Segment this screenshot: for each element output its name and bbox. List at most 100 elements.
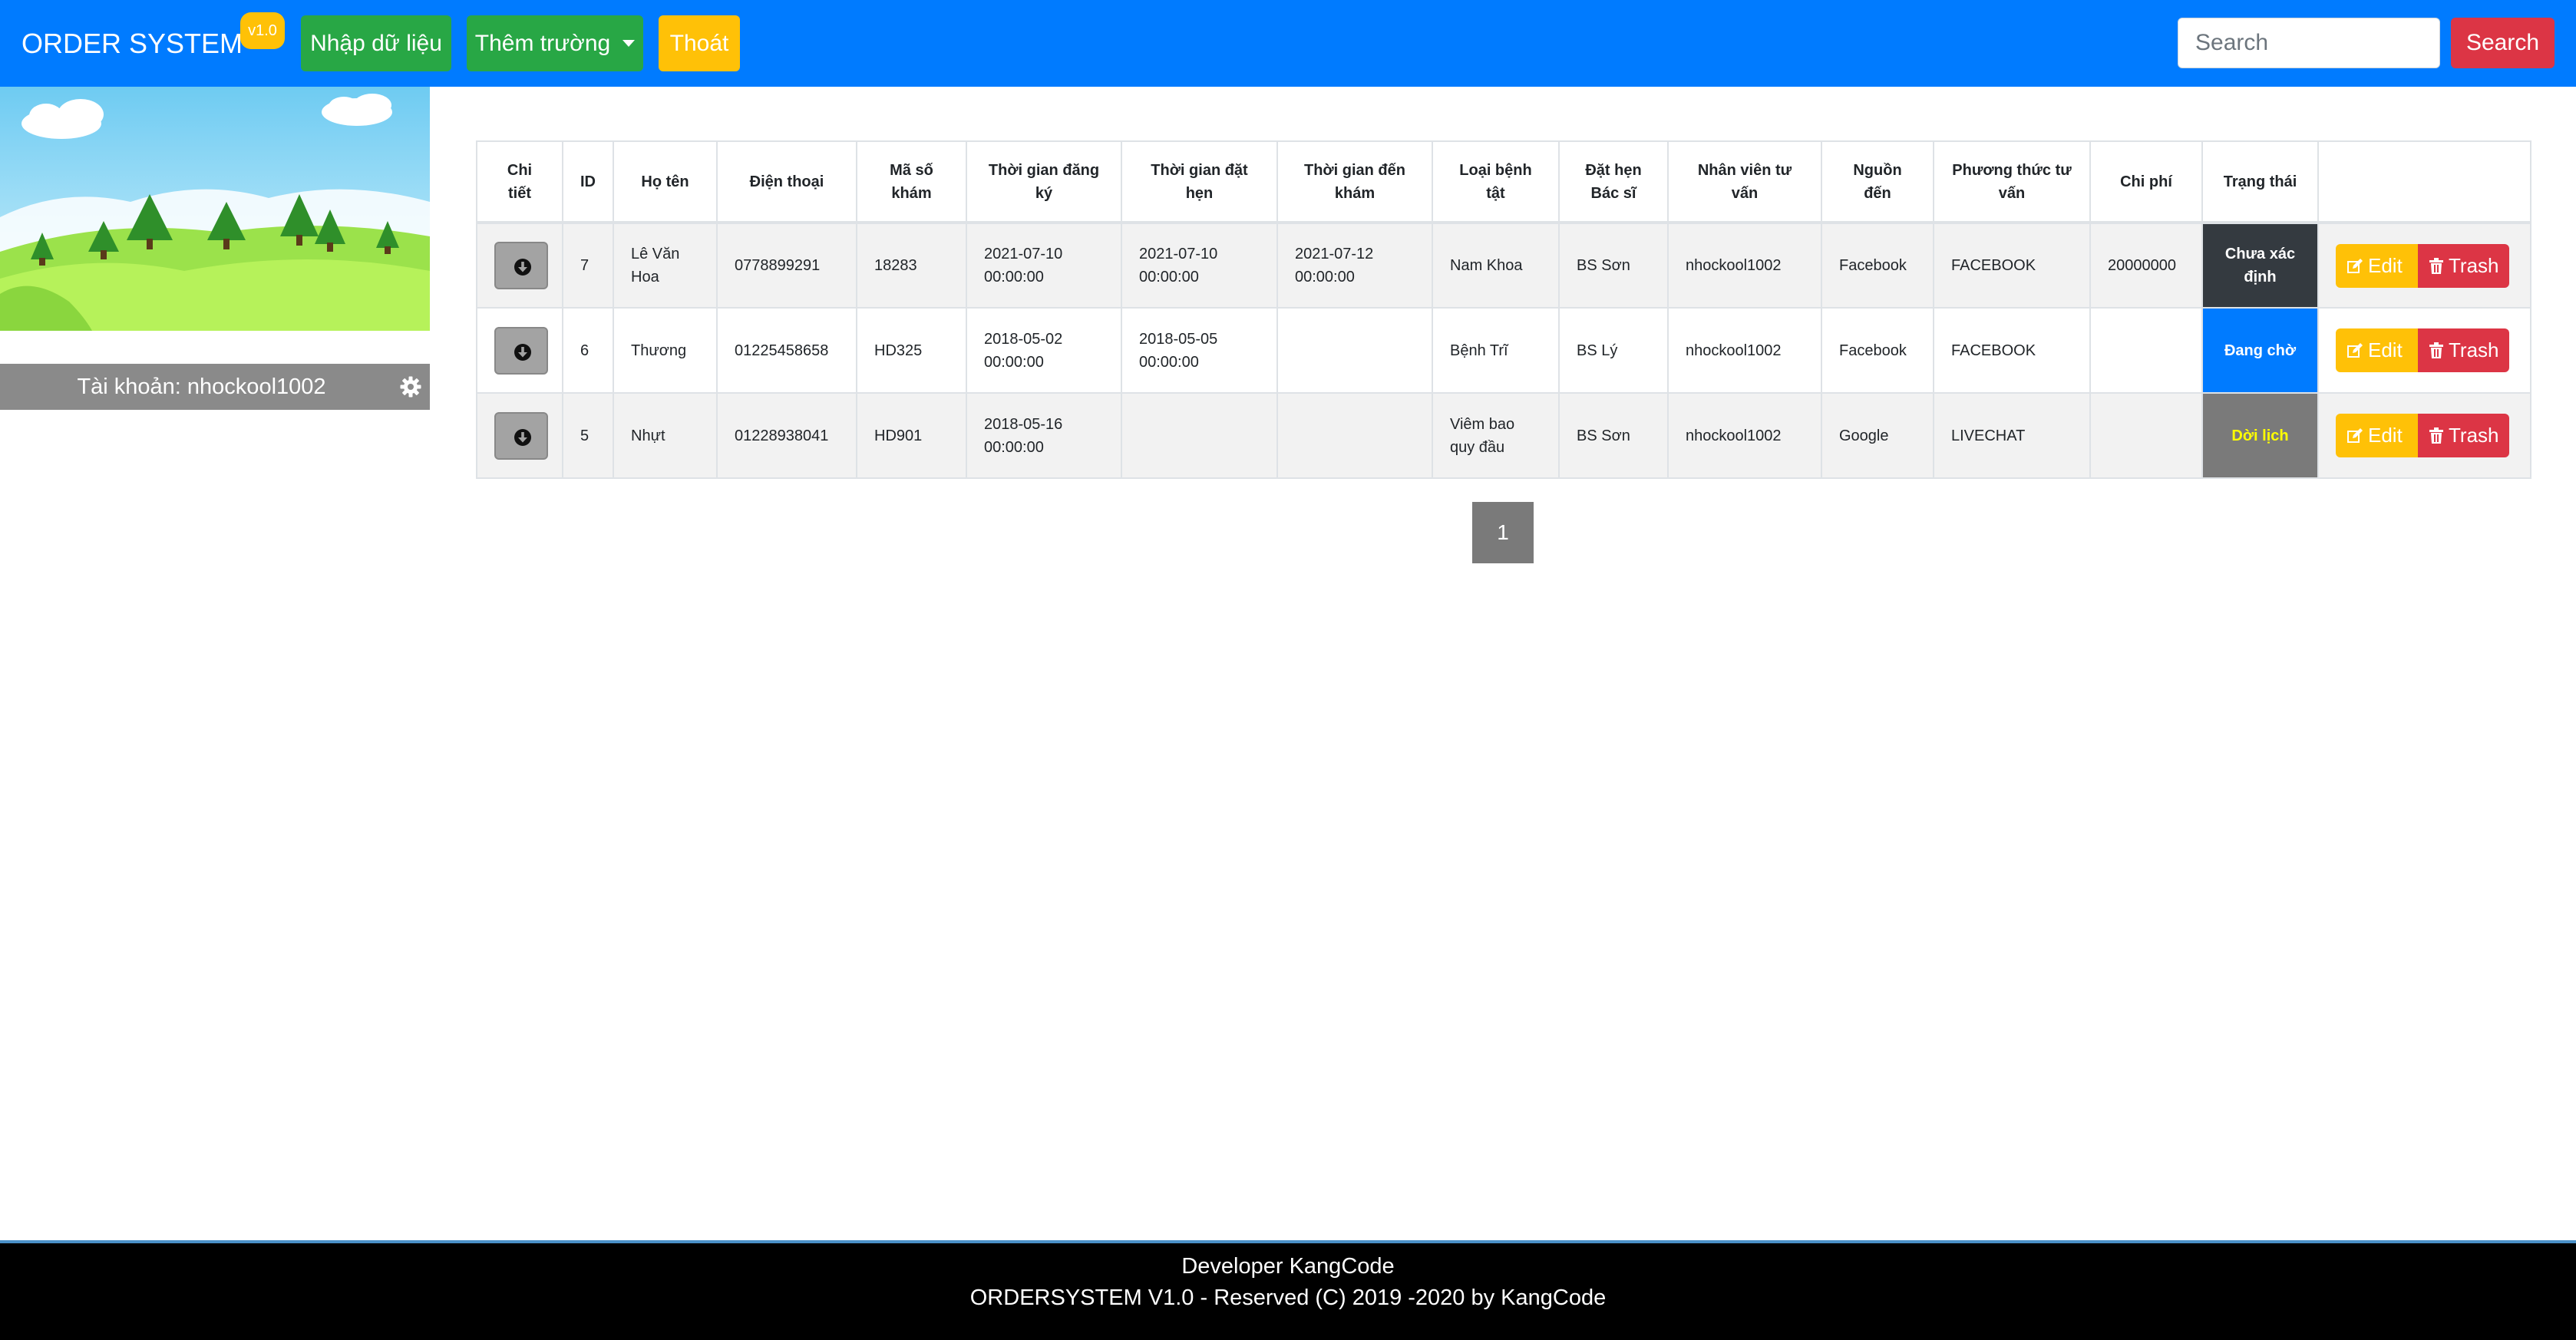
cell-code: 18283 [856,222,967,309]
detail-toggle-button[interactable] [494,242,548,289]
edit-button[interactable]: Edit [2336,328,2418,372]
status-badge: Đang chờ [2201,307,2319,394]
actions-cell: Edit Trash [2317,392,2531,479]
cell-phone: 01225458658 [716,307,857,394]
gear-icon[interactable] [399,375,422,398]
header-phone: Điện thoại [716,140,857,224]
cell-visit-time: 2021-07-12 00:00:00 [1276,222,1433,309]
cell-staff: nhockool1002 [1667,222,1822,309]
edit-button[interactable]: Edit [2336,243,2418,288]
import-data-button[interactable]: Nhập dữ liệu [301,15,451,71]
detail-toggle-button[interactable] [494,411,548,460]
header-staff: Nhân viên tư vấn [1667,140,1822,224]
arrow-circle-down-icon [514,259,531,276]
cell-cost [2089,307,2203,394]
edit-button[interactable]: Edit [2336,414,2418,457]
header-actions [2317,140,2531,224]
brand-title[interactable]: ORDER SYSTEM [21,28,243,60]
action-group: Edit Trash [2336,414,2509,457]
search-button[interactable]: Search [2451,18,2555,68]
cell-appt-time [1121,392,1278,479]
cell-id: 7 [562,222,614,309]
table-row: 5 Nhựt 01228938041 HD901 2018-05-16 00:0… [476,392,2531,479]
header-status: Trạng thái [2201,140,2319,224]
action-group: Edit Trash [2336,243,2509,288]
caret-down-icon [623,39,636,47]
trash-icon [2429,427,2443,444]
add-field-dropdown[interactable]: Thêm trường [467,15,643,71]
header-reg-time: Thời gian đăng ký [966,140,1122,224]
cell-method: FACEBOOK [1933,222,2091,309]
search-input[interactable] [2178,18,2440,68]
detail-cell [476,307,563,394]
pagination-page-1[interactable]: 1 [1472,502,1534,563]
cell-appt-time: 2021-07-10 00:00:00 [1121,222,1278,309]
cell-phone: 0778899291 [716,222,857,309]
cell-doctor: BS Sơn [1558,392,1669,479]
trash-button[interactable]: Trash [2418,414,2509,457]
detail-toggle-button[interactable] [494,326,548,375]
header-code: Mã số khám [856,140,967,224]
edit-icon [2347,258,2363,273]
header-id: ID [562,140,614,224]
trash-label: Trash [2449,253,2499,277]
cell-code: HD325 [856,307,967,394]
edit-label: Edit [2368,338,2403,361]
detail-cell [476,222,563,309]
cell-method: FACEBOOK [1933,307,2091,394]
cell-doctor: BS Lý [1558,307,1669,394]
status-badge: Chưa xác định [2201,222,2319,309]
header-detail: Chi tiết [476,140,563,224]
arrow-circle-down-icon [514,428,531,446]
trash-label: Trash [2449,424,2499,447]
version-badge: v1.0 [240,12,285,49]
cell-cost [2089,392,2203,479]
cell-id: 5 [562,392,614,479]
trash-icon [2429,342,2443,358]
cell-code: HD901 [856,392,967,479]
cell-id: 6 [562,307,614,394]
cell-disease: Nam Khoa [1432,222,1560,309]
cell-appt-time: 2018-05-05 00:00:00 [1121,307,1278,394]
sidebar-landscape-image [0,87,430,331]
actions-cell: Edit Trash [2317,307,2531,394]
cell-name: Nhựt [613,392,718,479]
table-row: 7 Lê Văn Hoa 0778899291 18283 2021-07-10… [476,222,2531,309]
cell-name: Lê Văn Hoa [613,222,718,309]
table-row: 6 Thương 01225458658 HD325 2018-05-02 00… [476,307,2531,394]
cell-staff: nhockool1002 [1667,392,1822,479]
header-method: Phương thức tư vấn [1933,140,2091,224]
cell-doctor: BS Sơn [1558,222,1669,309]
table-header-row: Chi tiết ID Họ tên Điện thoại Mã số khám… [476,140,2531,224]
header-disease: Loại bệnh tật [1432,140,1560,224]
trash-button[interactable]: Trash [2418,243,2509,288]
cell-cost: 20000000 [2089,222,2203,309]
header-source: Nguồn đến [1821,140,1934,224]
cell-reg-time: 2018-05-16 00:00:00 [966,392,1122,479]
trash-button[interactable]: Trash [2418,328,2509,372]
header-appt-time: Thời gian đặt hẹn [1121,140,1278,224]
arrow-circle-down-icon [514,343,531,361]
edit-label: Edit [2368,253,2403,277]
cell-method: LIVECHAT [1933,392,2091,479]
orders-table: Chi tiết ID Họ tên Điện thoại Mã số khám… [476,140,2531,479]
account-bar: Tài khoản: nhockool1002 [0,364,430,410]
cell-visit-time [1276,307,1433,394]
trash-icon [2429,257,2443,274]
top-navbar: ORDER SYSTEM v1.0 Nhập dữ liệu Thêm trườ… [0,0,2576,87]
cell-source: Google [1821,392,1934,479]
cell-phone: 01228938041 [716,392,857,479]
action-group: Edit Trash [2336,328,2509,372]
header-doctor: Đặt hẹn Bác sĩ [1558,140,1669,224]
cell-source: Facebook [1821,222,1934,309]
cell-visit-time [1276,392,1433,479]
add-field-label: Thêm trường [474,31,611,56]
trash-label: Trash [2449,338,2499,361]
cell-source: Facebook [1821,307,1934,394]
header-cost: Chi phí [2089,140,2203,224]
header-name: Họ tên [613,140,718,224]
logout-button[interactable]: Thoát [659,15,740,71]
detail-cell [476,392,563,479]
cell-disease: Viêm bao quy đầu [1432,392,1560,479]
edit-icon [2347,343,2363,358]
